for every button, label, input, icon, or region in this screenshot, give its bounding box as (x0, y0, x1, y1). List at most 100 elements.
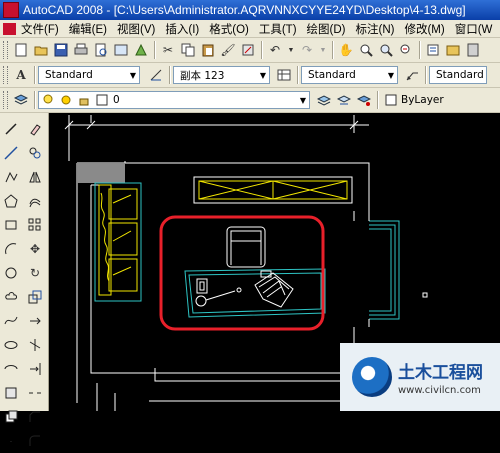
copy-icon[interactable] (180, 42, 196, 58)
polyline-icon[interactable] (3, 168, 19, 186)
arc-icon[interactable] (3, 240, 19, 258)
offset-icon[interactable] (27, 192, 43, 210)
document-icon[interactable] (3, 22, 16, 35)
layer-color-swatch-icon[interactable] (94, 92, 110, 108)
tool-palettes-icon[interactable] (465, 42, 481, 58)
save-icon[interactable] (53, 42, 69, 58)
table-style-dropdown[interactable]: Standard ▼ (301, 66, 398, 84)
menu-bar: 文件(F) 编辑(E) 视图(V) 插入(I) 格式(O) 工具(T) 绘图(D… (0, 20, 500, 38)
point-icon[interactable]: · (3, 432, 19, 450)
new-file-icon[interactable] (13, 42, 29, 58)
block-editor-icon[interactable] (240, 42, 256, 58)
toolbar-separator (169, 66, 170, 84)
menu-edit[interactable]: 编辑(E) (64, 21, 112, 37)
move-icon[interactable]: ✥ (27, 240, 43, 258)
zoom-realtime-icon[interactable] (358, 42, 374, 58)
zoom-previous-icon[interactable] (398, 42, 414, 58)
line-icon[interactable] (3, 120, 19, 138)
lightbulb-on-icon[interactable] (40, 92, 56, 108)
undo-icon[interactable]: ↶ (267, 42, 283, 58)
spline-icon[interactable] (3, 312, 19, 330)
layer-previous-icon[interactable] (336, 92, 352, 108)
redo-icon[interactable]: ↷ (299, 42, 315, 58)
toolbar-grip[interactable] (3, 91, 8, 109)
open-folder-icon[interactable] (33, 42, 49, 58)
array-icon[interactable] (27, 216, 43, 234)
polygon-icon[interactable] (3, 192, 19, 210)
erase-icon[interactable] (27, 120, 43, 138)
mirror-icon[interactable] (27, 168, 43, 186)
chevron-down-icon[interactable]: ▼ (127, 71, 139, 80)
print-icon[interactable] (73, 42, 89, 58)
table-style-icon[interactable] (276, 67, 292, 83)
right-window (368, 211, 400, 327)
revision-cloud-icon[interactable] (3, 288, 19, 306)
fillet-icon[interactable] (27, 432, 43, 450)
trim-icon[interactable] (27, 336, 43, 354)
layer-dropdown[interactable]: 0 ▼ (38, 91, 310, 109)
multileader-style-icon[interactable] (404, 67, 420, 83)
circle-icon[interactable] (3, 264, 19, 282)
ellipse-icon[interactable] (3, 336, 19, 354)
sun-thawed-icon[interactable] (58, 92, 74, 108)
rectangle-icon[interactable] (3, 216, 19, 234)
color-value[interactable]: ByLayer (401, 94, 444, 106)
chevron-down-icon[interactable]: ▼ (297, 96, 309, 105)
menu-view[interactable]: 视图(V) (112, 21, 160, 37)
chevron-down-icon[interactable]: ▼ (385, 71, 397, 80)
text-style-dropdown[interactable]: Standard ▼ (38, 66, 140, 84)
menu-insert[interactable]: 插入(I) (160, 21, 204, 37)
menu-format[interactable]: 格式(O) (204, 21, 254, 37)
window-title: AutoCAD 2008 - [C:\Users\Administrator.A… (23, 3, 466, 17)
menu-file[interactable]: 文件(F) (16, 21, 64, 37)
menu-dimension[interactable]: 标注(N) (351, 21, 400, 37)
zoom-window-icon[interactable] (378, 42, 394, 58)
toolbar-separator (154, 41, 155, 59)
color-swatch-icon[interactable] (383, 92, 399, 108)
insert-block-icon[interactable] (3, 384, 19, 402)
toolbar-grip[interactable] (3, 66, 8, 84)
autocad-app-icon[interactable] (3, 2, 19, 18)
toolbar-separator (297, 66, 298, 84)
watermark-text: 土木工程网 www.civilcn.com (398, 358, 483, 396)
cut-icon[interactable]: ✂ (160, 42, 176, 58)
menu-draw[interactable]: 绘图(D) (302, 21, 351, 37)
break-icon[interactable] (27, 384, 43, 402)
ellipse-arc-icon[interactable] (3, 360, 19, 378)
layer-states-icon[interactable] (356, 92, 372, 108)
redo-dropdown-icon[interactable]: ▼ (319, 42, 327, 58)
chevron-down-icon[interactable]: ▼ (257, 71, 269, 80)
modify-toolbar: ✥ ↻ (25, 117, 45, 453)
dimension-style-dropdown[interactable]: 副本 123 ▼ (173, 66, 270, 84)
stretch-icon[interactable] (27, 312, 43, 330)
multileader-style-dropdown[interactable]: Standard (429, 66, 487, 84)
text-style-value: Standard (45, 69, 93, 81)
publish-icon[interactable] (113, 42, 129, 58)
copy-object-icon[interactable] (27, 144, 43, 162)
chair (226, 226, 266, 268)
properties-icon[interactable] (425, 42, 441, 58)
print-preview-icon[interactable] (93, 42, 109, 58)
make-object-layer-current-icon[interactable] (316, 92, 332, 108)
match-properties-icon[interactable]: 🖌 (220, 42, 236, 58)
menu-tools[interactable]: 工具(T) (254, 21, 302, 37)
extend-icon[interactable] (27, 360, 43, 378)
draw-toolbar: · (1, 117, 21, 453)
menu-window[interactable]: 窗口(W (450, 21, 498, 37)
menu-modify[interactable]: 修改(M) (399, 21, 449, 37)
toolbar-grip[interactable] (3, 41, 8, 59)
3d-dwf-icon[interactable] (133, 42, 149, 58)
watermark: 土木工程网 www.civilcn.com (340, 343, 500, 411)
text-style-icon[interactable]: A (13, 67, 29, 83)
scale-icon[interactable] (27, 288, 43, 306)
toolbar-separator (425, 66, 426, 84)
unlocked-padlock-icon[interactable] (76, 92, 92, 108)
pan-realtime-icon[interactable]: ✋ (338, 42, 354, 58)
rotate-icon[interactable]: ↻ (27, 264, 43, 282)
layer-properties-manager-icon[interactable] (13, 92, 29, 108)
construction-line-icon[interactable] (3, 144, 19, 162)
paste-icon[interactable] (200, 42, 216, 58)
undo-dropdown-icon[interactable]: ▼ (287, 42, 295, 58)
design-center-icon[interactable] (445, 42, 461, 58)
dimension-style-icon[interactable] (148, 67, 164, 83)
